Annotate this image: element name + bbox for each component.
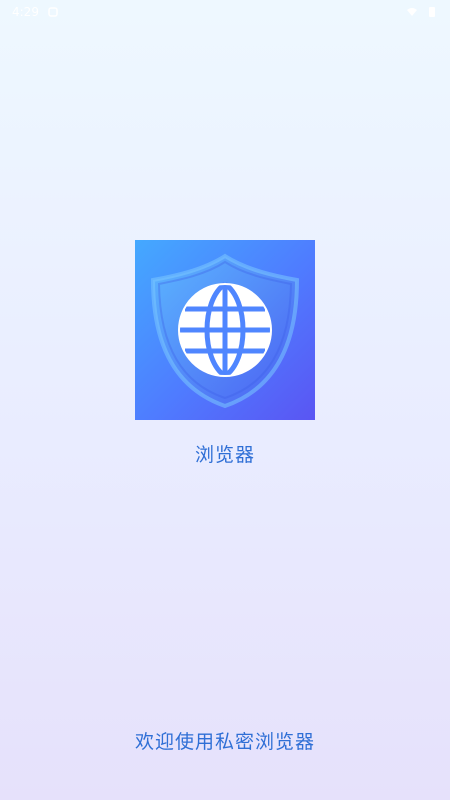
status-bar: 4:29 bbox=[0, 0, 450, 24]
notification-icon bbox=[47, 6, 59, 18]
app-name: 浏览器 bbox=[194, 444, 255, 466]
status-left: 4:29 bbox=[12, 5, 59, 19]
battery-icon bbox=[426, 6, 438, 18]
globe-shield-icon bbox=[150, 253, 300, 409]
wifi-icon bbox=[406, 6, 418, 18]
status-time: 4:29 bbox=[12, 5, 39, 19]
app-icon bbox=[135, 240, 315, 420]
welcome-text: 欢迎使用私密浏览器 bbox=[134, 731, 315, 753]
status-right bbox=[406, 6, 438, 18]
